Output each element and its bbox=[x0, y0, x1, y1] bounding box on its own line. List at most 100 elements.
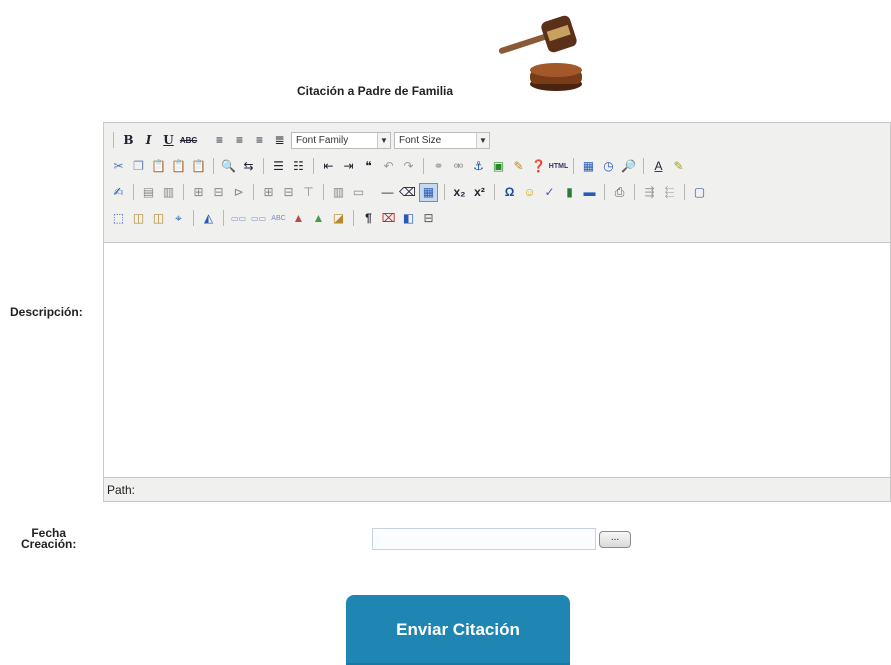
align-justify-icon[interactable]: ≣ bbox=[271, 132, 288, 149]
replace-icon[interactable]: ⇆ bbox=[240, 158, 257, 175]
cleanup-icon[interactable]: ✎ bbox=[510, 158, 527, 175]
unlink-icon[interactable]: ⚮ bbox=[450, 158, 467, 175]
toolbar-separator bbox=[263, 158, 264, 174]
toolbar-separator bbox=[253, 184, 254, 200]
align-left-icon[interactable]: ≡ bbox=[211, 132, 228, 149]
toolbar-separator bbox=[113, 132, 114, 148]
subscript-icon[interactable]: x₂ bbox=[451, 184, 468, 201]
underline-button[interactable]: U bbox=[160, 132, 177, 149]
move-backward-icon[interactable]: ◫ bbox=[150, 210, 167, 227]
toolbar-separator bbox=[133, 184, 134, 200]
abbr-icon[interactable]: ▭▭ bbox=[250, 210, 267, 227]
html-source-icon[interactable]: HTML bbox=[549, 158, 568, 175]
fecha-creacion-label: Fecha Creación: bbox=[21, 527, 76, 550]
table-props-icon[interactable]: ▥ bbox=[160, 184, 177, 201]
image-icon[interactable]: ▣ bbox=[490, 158, 507, 175]
rtl-icon[interactable]: ⬱ bbox=[661, 184, 678, 201]
find-icon[interactable]: 🔍 bbox=[220, 158, 237, 175]
paste-word-icon[interactable]: 📋 bbox=[190, 158, 207, 175]
date-picker-button[interactable]: ... bbox=[599, 531, 631, 548]
page-break-icon[interactable]: ⊟ bbox=[420, 210, 437, 227]
editor-path-bar: Path: bbox=[104, 477, 890, 501]
flash-icon[interactable]: ▬ bbox=[581, 184, 598, 201]
anchor-icon[interactable]: ⚓ bbox=[470, 158, 487, 175]
numbered-list-icon[interactable]: ☷ bbox=[290, 158, 307, 175]
path-label: Path: bbox=[107, 483, 136, 497]
bullet-list-icon[interactable]: ☰ bbox=[270, 158, 287, 175]
toolbar-separator bbox=[353, 210, 354, 226]
copy-icon[interactable]: ❐ bbox=[130, 158, 147, 175]
toolbar-separator bbox=[213, 158, 214, 174]
time-icon[interactable]: ◷ bbox=[600, 158, 617, 175]
edit-icon[interactable]: ✍ bbox=[110, 184, 127, 201]
row-before-icon[interactable]: ⊞ bbox=[190, 184, 207, 201]
insert-layer-icon[interactable]: ⬚ bbox=[110, 210, 127, 227]
descripcion-label: Descripción: bbox=[10, 305, 83, 319]
horizontal-rule-icon[interactable]: — bbox=[379, 184, 396, 201]
template-icon[interactable]: ◧ bbox=[400, 210, 417, 227]
merge-cells-icon[interactable]: ▭ bbox=[350, 184, 367, 201]
paste-icon[interactable]: 📋 bbox=[150, 158, 167, 175]
cite-icon[interactable]: ▭▭ bbox=[230, 210, 247, 227]
absolute-icon[interactable]: ⌖ bbox=[170, 210, 187, 227]
ltr-icon[interactable]: ⇶ bbox=[641, 184, 658, 201]
paste-text-icon[interactable]: 📋 bbox=[170, 158, 187, 175]
font-family-select[interactable]: Font Family ▼ bbox=[291, 131, 391, 149]
page-title: Citación a Padre de Familia bbox=[297, 84, 454, 98]
enviar-citacion-button[interactable]: Enviar Citación bbox=[346, 595, 570, 665]
blockquote-icon[interactable]: ❝ bbox=[360, 158, 377, 175]
link-icon[interactable]: ⚭ bbox=[430, 158, 447, 175]
date-icon[interactable]: ▦ bbox=[580, 158, 597, 175]
italic-button[interactable]: I bbox=[140, 132, 157, 149]
ins-icon[interactable]: ▲ bbox=[310, 210, 327, 227]
remove-format-icon[interactable]: ⌫ bbox=[399, 184, 416, 201]
align-center-icon[interactable]: ≡ bbox=[231, 132, 248, 149]
spellcheck-icon[interactable]: ✓ bbox=[541, 184, 558, 201]
fecha-creacion-input[interactable] bbox=[372, 528, 596, 550]
media-icon[interactable]: ▮ bbox=[561, 184, 578, 201]
move-forward-icon[interactable]: ◫ bbox=[130, 210, 147, 227]
toolbar-separator bbox=[223, 210, 224, 226]
delete-col-icon[interactable]: ⊤ bbox=[300, 184, 317, 201]
table-icon[interactable]: ▤ bbox=[140, 184, 157, 201]
outdent-icon[interactable]: ⇤ bbox=[320, 158, 337, 175]
gavel-icon bbox=[498, 15, 582, 91]
toolbar-separator bbox=[193, 210, 194, 226]
split-cells-icon[interactable]: ▥ bbox=[330, 184, 347, 201]
col-before-icon[interactable]: ⊞ bbox=[260, 184, 277, 201]
toolbar-separator bbox=[643, 158, 644, 174]
print-icon[interactable]: ⎙ bbox=[611, 184, 628, 201]
redo-icon[interactable]: ↷ bbox=[400, 158, 417, 175]
bold-button[interactable]: B bbox=[120, 132, 137, 149]
font-size-select-label: Font Size bbox=[399, 134, 442, 146]
font-size-select[interactable]: Font Size ▼ bbox=[394, 131, 490, 149]
align-right-icon[interactable]: ≡ bbox=[251, 132, 268, 149]
superscript-icon[interactable]: x² bbox=[471, 184, 488, 201]
del-icon[interactable]: ▲ bbox=[290, 210, 307, 227]
row-after-icon[interactable]: ⊟ bbox=[210, 184, 227, 201]
special-char-icon[interactable]: Ω bbox=[501, 184, 518, 201]
chevron-down-icon: ▼ bbox=[476, 132, 489, 148]
help-icon[interactable]: ❓ bbox=[530, 158, 547, 175]
fullscreen-icon[interactable]: ▢ bbox=[691, 184, 708, 201]
indent-icon[interactable]: ⇥ bbox=[340, 158, 357, 175]
editor-content-area[interactable] bbox=[104, 243, 890, 479]
acronym-icon[interactable]: ABC bbox=[270, 210, 287, 227]
undo-icon[interactable]: ↶ bbox=[380, 158, 397, 175]
highlight-color-icon[interactable]: ✎ bbox=[670, 158, 687, 175]
nonbreaking-icon[interactable]: ⌧ bbox=[380, 210, 397, 227]
toolbar-separator bbox=[323, 184, 324, 200]
emoticon-icon[interactable]: ☺ bbox=[521, 184, 538, 201]
text-color-icon[interactable]: A bbox=[650, 158, 667, 175]
visual-chars-icon[interactable]: ¶ bbox=[360, 210, 377, 227]
col-after-icon[interactable]: ⊟ bbox=[280, 184, 297, 201]
chevron-down-icon: ▼ bbox=[377, 132, 390, 148]
attribs-icon[interactable]: ◪ bbox=[330, 210, 347, 227]
cut-icon[interactable]: ✂ bbox=[110, 158, 127, 175]
style-props-icon[interactable]: ◭ bbox=[200, 210, 217, 227]
strikethrough-button[interactable]: ABC bbox=[180, 132, 197, 149]
delete-row-icon[interactable]: ⊳ bbox=[230, 184, 247, 201]
preview-icon[interactable]: 🔎 bbox=[620, 158, 637, 175]
toolbar-separator bbox=[634, 184, 635, 200]
visual-aid-icon[interactable]: ▦ bbox=[419, 182, 438, 202]
